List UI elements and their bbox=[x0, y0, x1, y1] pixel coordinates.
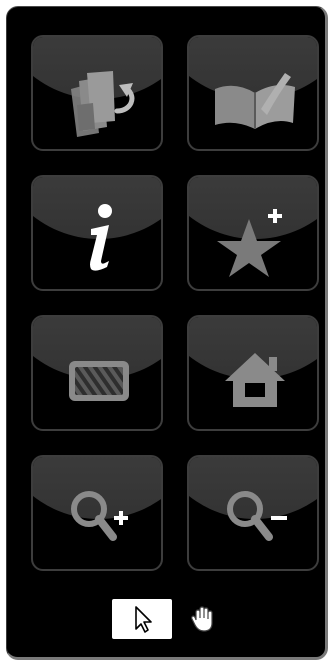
info-button[interactable] bbox=[31, 175, 163, 291]
home-button[interactable] bbox=[187, 315, 319, 431]
zoom-in-button[interactable] bbox=[31, 455, 163, 571]
add-bookmark-button[interactable] bbox=[187, 175, 319, 291]
open-book-icon bbox=[215, 73, 295, 129]
pages-undo-button[interactable] bbox=[31, 35, 163, 151]
thumbnails-button[interactable] bbox=[31, 315, 163, 431]
info-icon bbox=[90, 204, 112, 271]
hand-icon bbox=[191, 606, 213, 632]
home-icon bbox=[225, 353, 285, 407]
striped-box-icon bbox=[69, 361, 129, 401]
pan-tool-button[interactable] bbox=[187, 603, 219, 635]
pages-undo-icon bbox=[71, 71, 135, 137]
zoom-in-icon bbox=[71, 491, 128, 541]
star-plus-icon bbox=[217, 209, 282, 277]
toolbar-panel bbox=[6, 6, 328, 660]
tool-bar bbox=[7, 597, 329, 641]
zoom-out-icon bbox=[227, 491, 287, 541]
zoom-out-button[interactable] bbox=[187, 455, 319, 571]
select-tool-button[interactable] bbox=[112, 599, 172, 639]
book-button[interactable] bbox=[187, 35, 319, 151]
arrow-cursor-icon bbox=[135, 606, 152, 633]
